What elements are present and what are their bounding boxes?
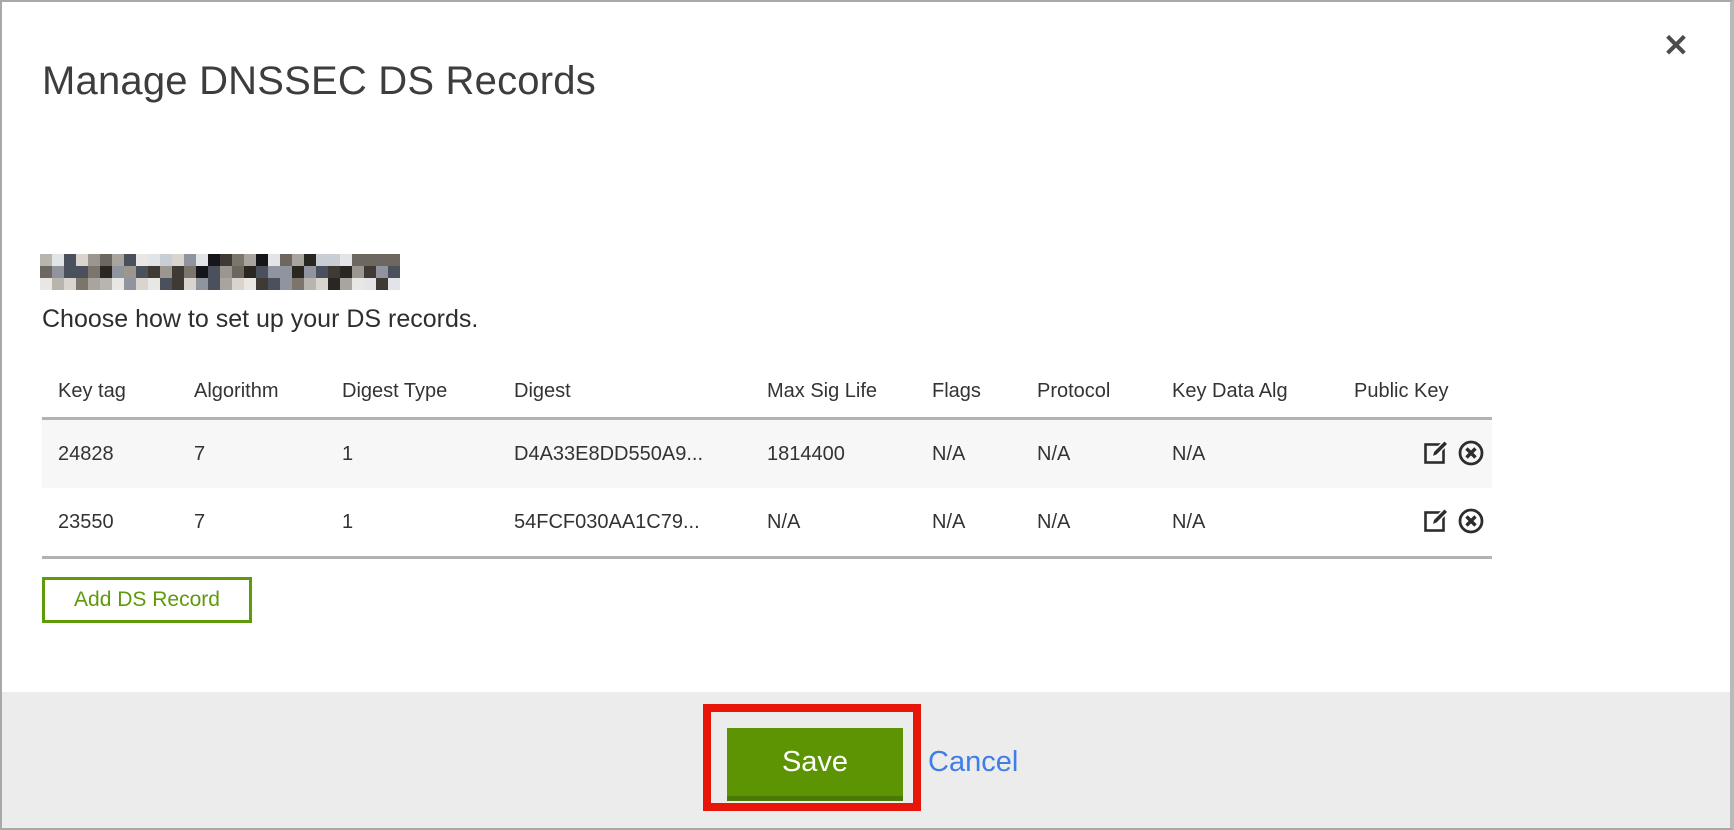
table-row: 235507154FCF030AA1C79...N/AN/AN/AN/A xyxy=(42,488,1492,558)
cell-max_sig_life: 1814400 xyxy=(751,419,916,489)
cell-digest: 54FCF030AA1C79... xyxy=(498,488,751,558)
add-ds-record-button[interactable]: Add DS Record xyxy=(42,577,252,623)
close-icon[interactable]: ✕ xyxy=(1654,24,1698,68)
cell-digest_type: 1 xyxy=(326,488,498,558)
column-header-algorithm: Algorithm xyxy=(178,365,326,419)
table-header-row: Key tagAlgorithmDigest TypeDigestMax Sig… xyxy=(42,365,1492,419)
column-header-key_data_alg: Key Data Alg xyxy=(1156,365,1338,419)
cell-flags: N/A xyxy=(916,488,1021,558)
column-header-digest: Digest xyxy=(498,365,751,419)
cell-algorithm: 7 xyxy=(178,488,326,558)
page-title: Manage DNSSEC DS Records xyxy=(42,59,596,104)
cell-key_tag: 24828 xyxy=(42,419,178,489)
cell-max_sig_life: N/A xyxy=(751,488,916,558)
column-header-digest_type: Digest Type xyxy=(326,365,498,419)
cell-key_data_alg: N/A xyxy=(1156,488,1338,558)
setup-instruction-text: Choose how to set up your DS records. xyxy=(42,305,478,334)
cell-digest_type: 1 xyxy=(326,419,498,489)
table-body: 2482871D4A33E8DD550A9...1814400N/AN/AN/A… xyxy=(42,419,1492,558)
row-actions xyxy=(1412,488,1492,558)
table-row: 2482871D4A33E8DD550A9...1814400N/AN/AN/A xyxy=(42,419,1492,489)
column-header-protocol: Protocol xyxy=(1021,365,1156,419)
row-actions xyxy=(1412,419,1492,489)
redacted-domain-name xyxy=(40,254,400,290)
ds-records-table: Key tagAlgorithmDigest TypeDigestMax Sig… xyxy=(42,365,1492,559)
save-button[interactable]: Save xyxy=(727,728,903,801)
manage-dnssec-dialog: { "dialog": { "title": "Manage DNSSEC DS… xyxy=(0,0,1734,830)
cell-protocol: N/A xyxy=(1021,419,1156,489)
cell-key_data_alg: N/A xyxy=(1156,419,1338,489)
cell-public_key xyxy=(1338,419,1412,489)
column-header-flags: Flags xyxy=(916,365,1021,419)
delete-icon[interactable] xyxy=(1456,436,1486,472)
cell-flags: N/A xyxy=(916,419,1021,489)
cancel-link[interactable]: Cancel xyxy=(928,746,1018,779)
cell-public_key xyxy=(1338,488,1412,558)
edit-icon[interactable] xyxy=(1422,504,1452,540)
column-header-key_tag: Key tag xyxy=(42,365,178,419)
delete-icon[interactable] xyxy=(1456,504,1486,540)
cell-key_tag: 23550 xyxy=(42,488,178,558)
cell-algorithm: 7 xyxy=(178,419,326,489)
edit-icon[interactable] xyxy=(1422,436,1452,472)
column-header-max_sig_life: Max Sig Life xyxy=(751,365,916,419)
column-header-public_key: Public Key xyxy=(1338,365,1412,419)
cell-digest: D4A33E8DD550A9... xyxy=(498,419,751,489)
cell-protocol: N/A xyxy=(1021,488,1156,558)
